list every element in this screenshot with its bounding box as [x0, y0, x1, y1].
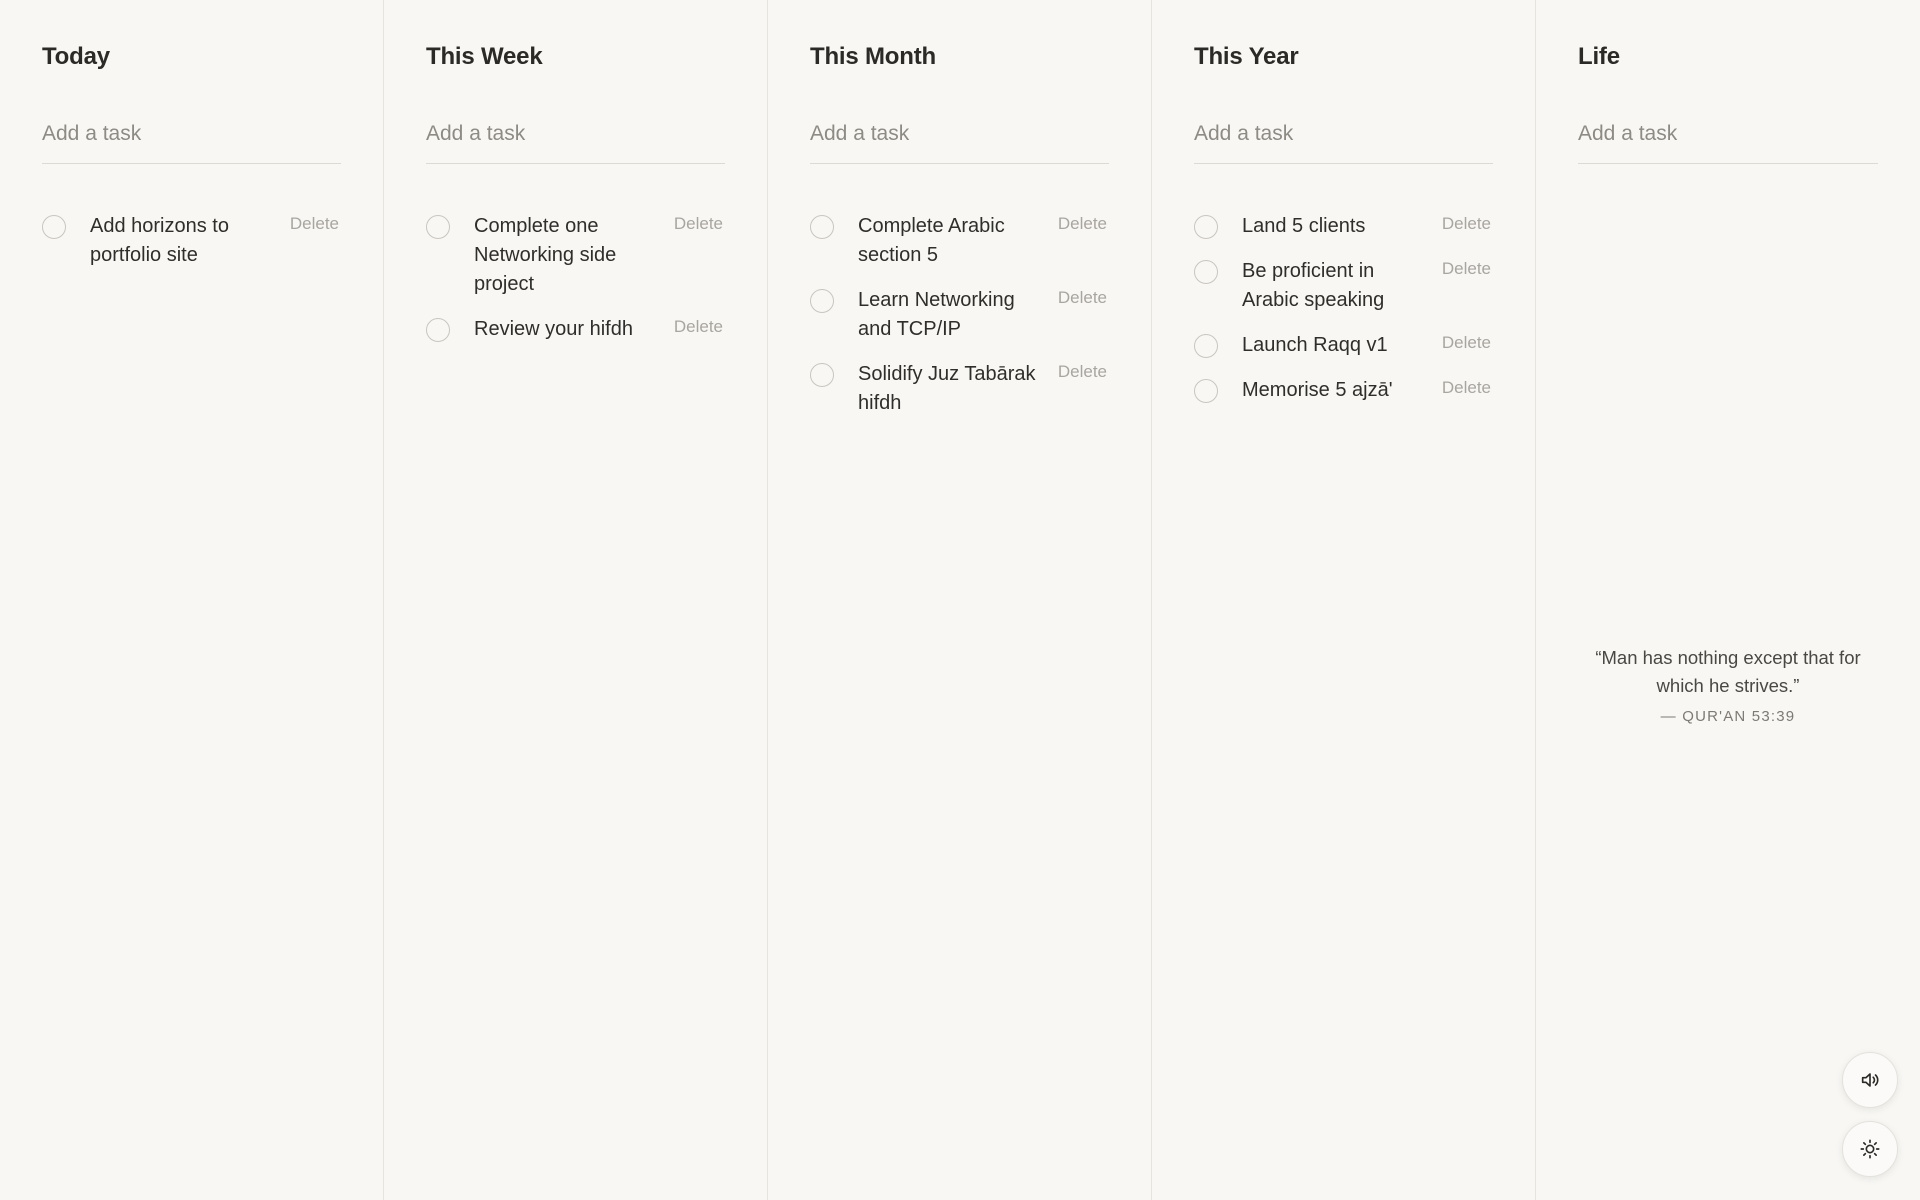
- task-list: Complete Arabic section 5 Delete Learn N…: [810, 214, 1109, 418]
- column-this-week: This Week Complete one Networking side p…: [384, 0, 768, 1200]
- task-text: Solidify Juz Tabārak hifdh: [858, 363, 1036, 414]
- add-task-input[interactable]: [1194, 114, 1493, 164]
- task-text: Complete Arabic section 5: [858, 215, 1005, 266]
- task-checkbox[interactable]: [1194, 260, 1218, 284]
- column-this-month: This Month Complete Arabic section 5 Del…: [768, 0, 1152, 1200]
- delete-button[interactable]: Delete: [1442, 377, 1491, 399]
- add-task-input[interactable]: [42, 114, 341, 164]
- task-checkbox[interactable]: [426, 215, 450, 239]
- delete-button[interactable]: Delete: [1058, 361, 1107, 383]
- delete-button[interactable]: Delete: [674, 213, 723, 235]
- column-life: Life “Man has nothing except that for wh…: [1536, 0, 1920, 1200]
- task-item: Solidify Juz Tabārak hifdh Delete: [810, 362, 1109, 418]
- task-item: Land 5 clients Delete: [1194, 214, 1493, 241]
- task-list: Add horizons to portfolio site Delete: [42, 214, 341, 270]
- task-item: Learn Networking and TCP/IP Delete: [810, 288, 1109, 344]
- task-checkbox[interactable]: [1194, 379, 1218, 403]
- add-task-input[interactable]: [1578, 114, 1878, 164]
- column-title: Life: [1578, 43, 1620, 70]
- delete-button[interactable]: Delete: [290, 213, 339, 235]
- delete-button[interactable]: Delete: [1058, 287, 1107, 309]
- column-this-year: This Year Land 5 clients Delete Be profi…: [1152, 0, 1536, 1200]
- delete-button[interactable]: Delete: [1058, 213, 1107, 235]
- task-list: Complete one Networking side project Del…: [426, 214, 725, 344]
- quote-text: “Man has nothing except that for which h…: [1595, 647, 1861, 696]
- column-today: Today Add horizons to portfolio site Del…: [0, 0, 384, 1200]
- theme-toggle-button[interactable]: [1842, 1121, 1898, 1177]
- column-title: This Year: [1194, 43, 1299, 70]
- task-item: Add horizons to portfolio site Delete: [42, 214, 341, 270]
- sun-icon: [1859, 1138, 1881, 1160]
- task-text: Review your hifdh: [474, 318, 633, 340]
- task-list: Land 5 clients Delete Be proficient in A…: [1194, 214, 1493, 405]
- task-checkbox[interactable]: [810, 215, 834, 239]
- delete-button[interactable]: Delete: [1442, 213, 1491, 235]
- task-checkbox[interactable]: [42, 215, 66, 239]
- task-item: Launch Raqq v1 Delete: [1194, 333, 1493, 360]
- quote: “Man has nothing except that for which h…: [1578, 644, 1878, 725]
- task-text: Add horizons to portfolio site: [90, 215, 229, 266]
- add-task-input[interactable]: [810, 114, 1109, 164]
- task-checkbox[interactable]: [810, 289, 834, 313]
- sound-toggle-button[interactable]: [1842, 1052, 1898, 1108]
- task-checkbox[interactable]: [810, 363, 834, 387]
- task-item: Complete one Networking side project Del…: [426, 214, 725, 299]
- task-text: Launch Raqq v1: [1242, 334, 1388, 356]
- task-text: Be proficient in Arabic speaking: [1242, 260, 1385, 311]
- task-checkbox[interactable]: [1194, 215, 1218, 239]
- quote-source: — QUR'AN 53:39: [1660, 708, 1796, 725]
- task-text: Learn Networking and TCP/IP: [858, 289, 1015, 340]
- task-checkbox[interactable]: [426, 318, 450, 342]
- task-checkbox[interactable]: [1194, 334, 1218, 358]
- column-title: Today: [42, 43, 110, 70]
- column-title: This Month: [810, 43, 936, 70]
- speaker-icon: [1859, 1069, 1881, 1091]
- board: Today Add horizons to portfolio site Del…: [0, 0, 1920, 1200]
- column-title: This Week: [426, 43, 543, 70]
- delete-button[interactable]: Delete: [1442, 332, 1491, 354]
- task-item: Review your hifdh Delete: [426, 317, 725, 344]
- task-item: Be proficient in Arabic speaking Delete: [1194, 259, 1493, 315]
- delete-button[interactable]: Delete: [1442, 258, 1491, 280]
- task-item: Memorise 5 ajzā' Delete: [1194, 378, 1493, 405]
- task-item: Complete Arabic section 5 Delete: [810, 214, 1109, 270]
- add-task-input[interactable]: [426, 114, 725, 164]
- task-text: Land 5 clients: [1242, 215, 1366, 237]
- task-text: Complete one Networking side project: [474, 215, 617, 295]
- task-text: Memorise 5 ajzā': [1242, 379, 1393, 401]
- delete-button[interactable]: Delete: [674, 316, 723, 338]
